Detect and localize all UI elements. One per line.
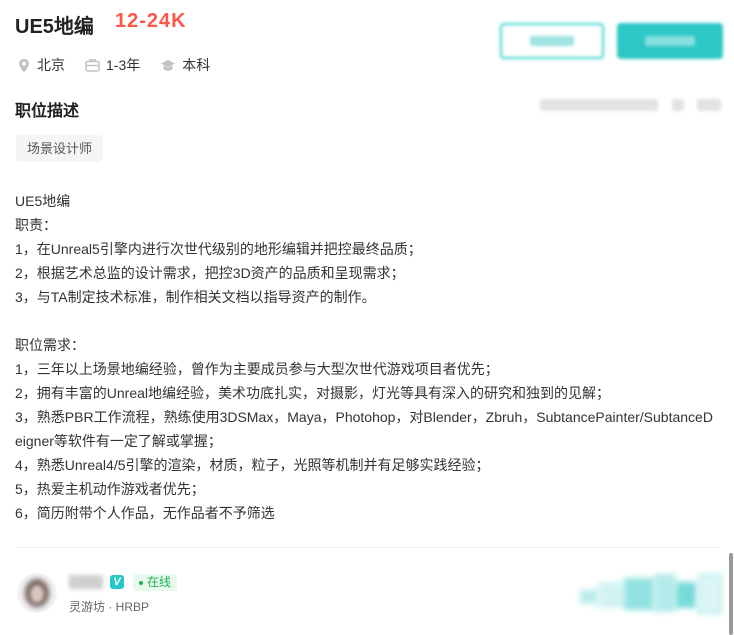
blurred-meta-2	[672, 99, 684, 111]
blurred-qr-area	[698, 574, 722, 614]
scrollbar[interactable]	[729, 553, 733, 635]
tag-experience-label: 1-3年	[106, 57, 141, 73]
blurred-qr-area	[676, 582, 696, 608]
verified-badge-icon: V	[110, 575, 124, 589]
description-line: 6，简历附带个人作品，无作品者不予筛选	[15, 505, 275, 521]
description-line: 职位需求：	[15, 337, 85, 353]
graduation-cap-icon	[161, 59, 176, 71]
tag-location-label: 北京	[37, 57, 65, 73]
job-description: UE5地编 职责： 1，在Unreal5引擎内进行次世代级别的地形编辑并把控最终…	[15, 189, 720, 525]
description-line: 2，拥有丰富的Unreal地编经验，美术功底扎实，对摄影，灯光等具有深入的研究和…	[15, 385, 611, 401]
blurred-meta-3	[697, 99, 721, 111]
description-line: 5，热爱主机动作游戏者优先；	[15, 481, 205, 497]
tag-education: 本科	[160, 55, 210, 75]
description-line: 1，在Unreal5引擎内进行次世代级别的地形编辑并把控最终品质；	[15, 241, 422, 257]
salary: 12-24K	[115, 10, 187, 32]
keyword-tag[interactable]: 场景设计师	[16, 135, 104, 162]
job-title: UE5地编	[15, 16, 94, 38]
description-line: 职责：	[15, 217, 57, 233]
description-line: 4，熟悉Unreal4/5引擎的渲染，材质，粒子，光照等机制并有足够实践经验；	[15, 457, 490, 473]
tag-location: 北京	[17, 55, 65, 75]
recruiter-name-blurred	[69, 575, 103, 589]
chat-button-blurred[interactable]	[617, 23, 723, 59]
tag-experience: 1-3年	[85, 55, 140, 75]
job-requirements-row: 北京 1-3年 本科	[17, 55, 230, 75]
online-status-label: 在线	[147, 575, 172, 589]
location-pin-icon	[19, 58, 29, 72]
description-line: 3，熟悉PBR工作流程，熟练使用3DSMax，Maya，Photohop，对Bl…	[15, 409, 713, 449]
blurred-meta-1	[540, 99, 658, 111]
avatar[interactable]	[17, 573, 57, 613]
description-line: UE5地编	[15, 193, 71, 209]
divider	[16, 547, 720, 548]
blurred-qr-area	[654, 574, 676, 612]
description-line: 1，三年以上场景地编经验，曾作为主要成员参与大型次世代游戏项目者优先；	[15, 361, 499, 377]
interest-button-blurred[interactable]	[500, 23, 604, 59]
blurred-qr-area	[624, 578, 654, 610]
section-title: 职位描述	[15, 103, 80, 120]
description-blank-line	[15, 309, 720, 333]
recruiter-company-role: 灵游坊 · HRBP	[69, 600, 150, 614]
online-status-badge: 在线	[133, 574, 178, 591]
tag-education-label: 本科	[182, 57, 211, 73]
briefcase-icon	[85, 59, 100, 72]
online-dot-icon	[139, 580, 143, 585]
description-line: 2，根据艺术总监的设计需求，把控3D资产的品质和呈现需求；	[15, 265, 405, 281]
description-line: 3，与TA制定技术标准，制作相关文档以指导资产的制作。	[15, 289, 376, 305]
blurred-qr-area	[598, 582, 624, 608]
blurred-qr-area	[580, 590, 598, 604]
